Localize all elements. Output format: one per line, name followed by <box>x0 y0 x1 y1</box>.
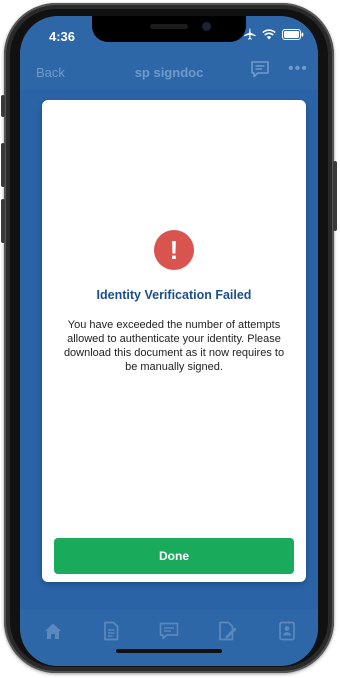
dialog-message: You have exceeded the number of attempts… <box>63 319 285 373</box>
power-button <box>333 161 337 231</box>
verification-failed-dialog: ! Identity Verification Failed You have … <box>42 100 306 582</box>
alert-icon: ! <box>154 230 194 270</box>
status-icons <box>243 28 304 40</box>
status-time: 4:36 <box>49 29 76 44</box>
nav-title: sp signdoc <box>134 65 204 80</box>
mute-switch <box>1 95 5 117</box>
chat-icon[interactable] <box>158 620 180 642</box>
speaker <box>150 24 188 29</box>
more-button[interactable]: ••• <box>288 60 308 78</box>
screen: 4:36 Back sp signdoc ••• ! Identity Veri… <box>20 16 318 666</box>
navigation-bar: Back sp signdoc ••• <box>20 50 318 90</box>
sign-document-icon[interactable] <box>216 620 238 642</box>
front-camera <box>202 22 211 31</box>
tab-bar <box>20 610 318 666</box>
volume-up-button <box>1 143 5 187</box>
home-icon[interactable] <box>42 620 64 642</box>
chat-icon[interactable] <box>250 60 270 78</box>
notch <box>92 16 246 42</box>
done-button[interactable]: Done <box>54 538 294 574</box>
document-icon[interactable] <box>100 620 122 642</box>
home-indicator[interactable] <box>116 649 222 653</box>
dialog-title: Identity Verification Failed <box>96 288 252 302</box>
contact-card-icon[interactable] <box>276 620 298 642</box>
battery-icon <box>282 28 304 40</box>
volume-down-button <box>1 199 5 243</box>
wifi-icon <box>262 28 276 39</box>
